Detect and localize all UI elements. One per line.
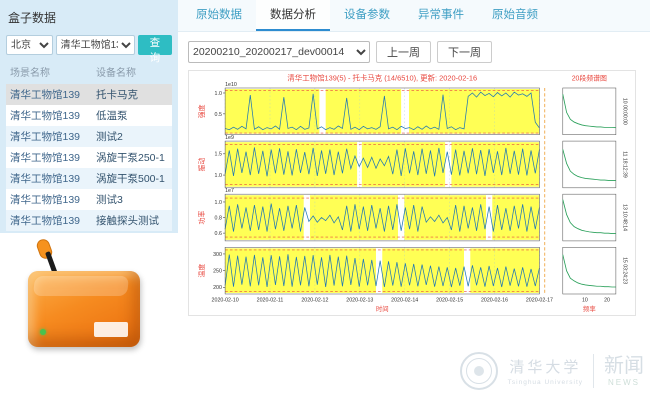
svg-text:2020-02-15: 2020-02-15	[436, 297, 463, 303]
svg-text:300: 300	[213, 252, 222, 258]
svg-text:11 18:12:39: 11 18:12:39	[621, 151, 627, 178]
svg-text:2020-02-13: 2020-02-13	[346, 297, 373, 303]
watermark-divider	[593, 354, 594, 388]
row-site: 清华工物馆139	[10, 171, 96, 186]
filter-row: 北京 清华工物馆139 查询	[6, 35, 172, 55]
app-root: 盒子数据 北京 清华工物馆139 查询 场景名称 设备名称 清华工物馆139托卡…	[0, 0, 650, 400]
svg-text:1.0: 1.0	[215, 91, 222, 97]
svg-text:1.5: 1.5	[215, 152, 222, 158]
svg-text:2020-02-12: 2020-02-12	[301, 297, 328, 303]
region-select[interactable]: 北京	[6, 35, 53, 55]
device-body	[28, 271, 140, 347]
watermark-news-en: NEWS	[604, 378, 644, 387]
row-device: 测试3	[96, 192, 172, 207]
svg-text:功率: 功率	[197, 211, 206, 225]
svg-text:20: 20	[604, 297, 610, 303]
device-top-face	[33, 276, 129, 296]
svg-text:2020-02-10: 2020-02-10	[212, 297, 239, 303]
row-site: 清华工物馆139	[10, 108, 96, 123]
device-row[interactable]: 清华工物馆139接触探头测试	[6, 210, 172, 231]
device-row[interactable]: 清华工物馆139涡旋干泵500-1	[6, 168, 172, 189]
svg-text:1.0: 1.0	[215, 200, 222, 206]
svg-text:0.8: 0.8	[215, 215, 222, 221]
device-row[interactable]: 清华工物馆139低温泵	[6, 105, 172, 126]
tabbar: 原始数据数据分析设备参数异常事件原始音频	[178, 0, 650, 32]
list-header: 场景名称 设备名称	[6, 55, 172, 84]
tsinghua-logo-core	[474, 366, 484, 376]
col-device-header: 设备名称	[96, 64, 136, 79]
tab-2[interactable]: 设备参数	[330, 0, 404, 31]
prev-week-button[interactable]: 上一周	[376, 41, 431, 63]
svg-text:2020-02-14: 2020-02-14	[391, 297, 418, 303]
device-row[interactable]: 清华工物馆139涡旋干泵250-1	[6, 147, 172, 168]
sidebar-title: 盒子数据	[6, 6, 172, 35]
row-site: 清华工物馆139	[10, 87, 96, 102]
dataset-select[interactable]: 20200210_20200217_dev00014	[188, 41, 370, 63]
row-device: 低温泵	[96, 108, 172, 123]
svg-text:13 10:48:14: 13 10:48:14	[621, 204, 627, 231]
svg-text:2020-02-16: 2020-02-16	[481, 297, 508, 303]
svg-text:0.6: 0.6	[215, 231, 222, 237]
device-row[interactable]: 清华工物馆139测试3	[6, 189, 172, 210]
svg-text:1e10: 1e10	[225, 82, 237, 88]
photo-area	[0, 233, 178, 400]
row-site: 清华工物馆139	[10, 150, 96, 165]
svg-text:1.0: 1.0	[215, 173, 222, 179]
sidebar: 盒子数据 北京 清华工物馆139 查询 场景名称 设备名称 清华工物馆139托卡…	[0, 0, 178, 400]
device-photo	[28, 249, 140, 349]
device-list: 清华工物馆139托卡马克清华工物馆139低温泵清华工物馆139测试2清华工物馆1…	[6, 84, 172, 231]
watermark-news-cn: 新闻	[604, 356, 644, 376]
next-week-button[interactable]: 下一周	[437, 41, 492, 63]
row-site: 清华工物馆139	[10, 192, 96, 207]
svg-text:10: 10	[582, 297, 588, 303]
watermark-university: 清华大学 Tsinghua University	[508, 356, 583, 386]
svg-text:清华工物馆139(5) - 托卡马克 (14/6510),: 清华工物馆139(5) - 托卡马克 (14/6510), 更新: 2020-0…	[287, 73, 477, 83]
svg-text:20段频谱图: 20段频谱图	[572, 74, 607, 83]
device-led-icon	[40, 329, 46, 335]
tab-4[interactable]: 原始音频	[478, 0, 552, 31]
svg-text:时间: 时间	[376, 304, 389, 313]
watermark-university-cn: 清华大学	[508, 356, 583, 377]
tab-3[interactable]: 异常事件	[404, 0, 478, 31]
svg-text:200: 200	[213, 285, 222, 291]
svg-text:0.5: 0.5	[215, 112, 222, 118]
device-sticker	[94, 322, 128, 337]
tab-0[interactable]: 原始数据	[182, 0, 256, 31]
row-site: 清华工物馆139	[10, 129, 96, 144]
svg-text:1e7: 1e7	[225, 188, 234, 194]
device-row[interactable]: 清华工物馆139托卡马克	[6, 84, 172, 105]
svg-text:温度: 温度	[197, 264, 206, 278]
tab-1[interactable]: 数据分析	[256, 0, 330, 31]
svg-text:频率: 频率	[583, 304, 596, 313]
watermark-university-en: Tsinghua University	[508, 379, 583, 386]
row-device: 涡旋干泵500-1	[96, 171, 172, 186]
svg-text:15 03:24:23: 15 03:24:23	[621, 257, 627, 284]
watermark-news: 新闻 NEWS	[604, 356, 644, 387]
query-button[interactable]: 查询	[138, 35, 172, 55]
watermark: 清华大学 Tsinghua University 新闻 NEWS	[460, 352, 644, 390]
row-site: 清华工物馆139	[10, 213, 96, 228]
svg-text:振动: 振动	[197, 157, 206, 171]
device-row[interactable]: 清华工物馆139测试2	[6, 126, 172, 147]
chart-panel: 清华工物馆139(5) - 托卡马克 (14/6510), 更新: 2020-0…	[188, 70, 636, 316]
row-device: 接触探头测试	[96, 213, 172, 228]
row-device: 托卡马克	[96, 87, 172, 102]
row-device: 测试2	[96, 129, 172, 144]
tsinghua-logo-icon	[460, 352, 498, 390]
svg-text:强度: 强度	[197, 104, 206, 118]
svg-text:250: 250	[213, 269, 222, 275]
analysis-chart: 清华工物馆139(5) - 托卡马克 (14/6510), 更新: 2020-0…	[189, 71, 635, 315]
toolbar: 20200210_20200217_dev00014 上一周 下一周	[178, 32, 650, 70]
svg-text:1e9: 1e9	[225, 135, 234, 141]
site-select[interactable]: 清华工物馆139	[56, 35, 135, 55]
svg-text:2020-02-17: 2020-02-17	[526, 297, 553, 303]
row-device: 涡旋干泵250-1	[96, 150, 172, 165]
svg-text:2020-02-11: 2020-02-11	[257, 297, 284, 303]
col-site-header: 场景名称	[10, 64, 96, 79]
main-content: 原始数据数据分析设备参数异常事件原始音频 20200210_20200217_d…	[178, 0, 650, 400]
svg-text:10 00:00:00: 10 00:00:00	[621, 98, 627, 125]
sidebar-panel: 盒子数据 北京 清华工物馆139 查询 场景名称 设备名称 清华工物馆139托卡…	[0, 0, 178, 233]
